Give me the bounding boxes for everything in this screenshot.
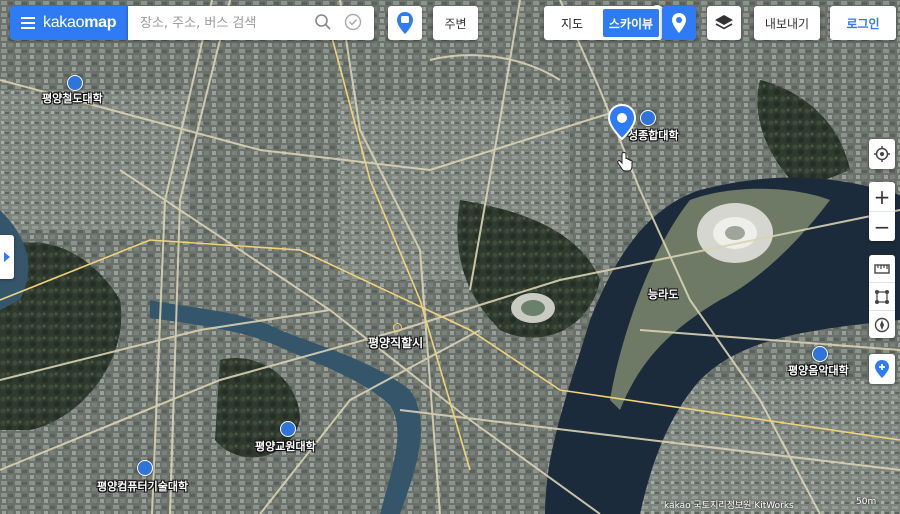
export-button[interactable]: 내보내기 (754, 6, 820, 40)
selected-location-pin-icon[interactable] (608, 104, 636, 140)
gps-target-button[interactable] (869, 139, 895, 169)
login-label: 로그인 (846, 16, 880, 31)
brand-menu-button[interactable]: kakaomap (10, 6, 128, 40)
label-neungna[interactable]: 능라도 (648, 286, 678, 302)
university-poi-icon[interactable] (812, 346, 828, 362)
compass-button[interactable] (869, 310, 895, 338)
scale-label: 50m (856, 497, 877, 507)
bus-stop-pin-button[interactable] (388, 6, 422, 40)
label-music-university[interactable]: 평양음악대학 (788, 362, 849, 378)
pin-location-icon (672, 13, 686, 33)
university-poi-icon[interactable] (640, 110, 656, 126)
city-center-marker-icon (393, 323, 402, 332)
label-railway-university[interactable]: 평양철도대학 (42, 90, 103, 106)
zoom-out-icon: − (873, 214, 891, 239)
university-poi-icon[interactable] (280, 421, 296, 437)
login-button[interactable]: 로그인 (830, 6, 896, 40)
ruler-button[interactable] (869, 255, 895, 282)
add-place-control[interactable] (869, 354, 895, 384)
tab-skyview[interactable]: 스카이뷰 (603, 9, 659, 37)
university-poi-icon[interactable] (67, 75, 83, 91)
area-measure-button[interactable] (869, 282, 895, 310)
check-circle-icon[interactable] (344, 13, 362, 34)
nearby-button[interactable]: 주변 (433, 6, 478, 40)
label-education-university[interactable]: 평양교원대학 (255, 438, 316, 454)
hand-cursor-icon (617, 152, 633, 172)
scale-bar: 50m (818, 497, 878, 510)
bus-stop-pin-icon (397, 12, 413, 34)
place-pin-button[interactable] (662, 6, 696, 40)
map-copyright: kakao 국토지리정보원 KitWorks (664, 501, 794, 511)
add-place-button[interactable] (869, 354, 895, 384)
compass-icon (874, 317, 890, 332)
measure-tools[interactable] (869, 255, 895, 338)
hamburger-icon[interactable] (21, 14, 35, 32)
layers-button[interactable] (707, 6, 741, 40)
label-computer-university[interactable]: 평양컴퓨터기술대학 (97, 478, 188, 494)
area-measure-icon (875, 289, 889, 304)
expand-panel-icon (4, 252, 10, 262)
zoom-in-icon: + (873, 184, 891, 209)
nearby-label: 주변 (444, 16, 467, 31)
export-label: 내보내기 (764, 16, 810, 31)
label-city-center[interactable]: 평양직할시 (368, 334, 423, 351)
ruler-icon (874, 263, 890, 274)
search-icon[interactable] (314, 13, 332, 34)
university-poi-icon[interactable] (137, 460, 153, 476)
kakaomap-logo: kakaomap (43, 14, 117, 31)
search-input[interactable] (138, 14, 310, 32)
layers-icon (715, 15, 733, 30)
gps-control[interactable] (869, 139, 895, 169)
zoom-control[interactable]: + − (869, 182, 895, 241)
gps-target-icon (874, 146, 890, 162)
map-type-toggle[interactable]: 지도 스카이뷰 (544, 6, 662, 40)
zoom-out-button[interactable]: − (869, 211, 895, 241)
search-box[interactable] (128, 6, 374, 40)
tab-map[interactable]: 지도 (544, 6, 600, 40)
expand-panel-button[interactable] (0, 235, 14, 279)
satellite-map[interactable] (0, 0, 900, 514)
add-place-icon (875, 360, 889, 378)
zoom-in-button[interactable]: + (869, 182, 895, 211)
